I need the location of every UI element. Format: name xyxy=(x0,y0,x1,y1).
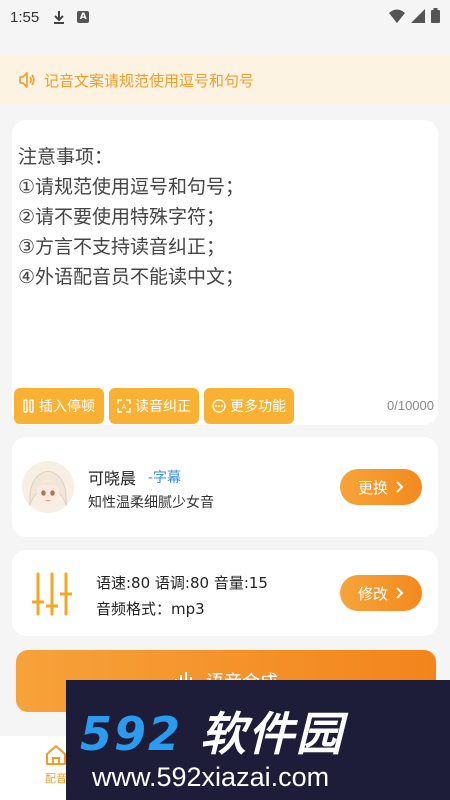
editor-line: ①请规范使用逗号和句号； xyxy=(18,176,245,198)
notice-text: 记音文案请规范使用逗号和句号 xyxy=(44,71,255,90)
signal-icon xyxy=(411,8,425,23)
insert-pause-button[interactable]: 插入停顿 xyxy=(14,388,104,424)
change-voice-label: 更换 xyxy=(357,478,388,497)
more-functions-button[interactable]: 更多功能 xyxy=(204,388,294,424)
watermark-url: www.592xiazai.com xyxy=(92,762,330,792)
speaker-icon xyxy=(19,72,35,88)
correct-icon: A xyxy=(117,399,131,413)
voice-name: 可晓晨 xyxy=(88,469,137,488)
a-notification-icon: A xyxy=(77,11,90,23)
watermark-overlay: 592 软件园 www.592xiazai.com xyxy=(66,680,450,800)
voice-description: 知性温柔细腻少女音 xyxy=(88,495,214,511)
insert-pause-label: 插入停顿 xyxy=(39,399,95,415)
svg-text:A: A xyxy=(122,403,127,411)
more-functions-label: 更多功能 xyxy=(230,399,286,415)
pronunciation-correct-label: 读音纠正 xyxy=(135,399,191,415)
voice-avatar xyxy=(22,461,74,513)
more-icon xyxy=(212,399,226,413)
voice-params: 语速:80 语调:80 音量:15 xyxy=(96,574,268,592)
pause-icon xyxy=(23,399,34,413)
editor-line: 注意事项： xyxy=(18,146,114,168)
status-bar: 1:55 A xyxy=(0,0,450,34)
status-time: 1:55 xyxy=(10,8,40,26)
home-icon xyxy=(46,745,66,765)
voice-tag: -字幕 xyxy=(148,470,182,486)
params-card: 语速:80 语调:80 音量:15 音频格式：mp3 修改 xyxy=(12,550,438,636)
modify-params-label: 修改 xyxy=(357,584,388,603)
pronunciation-correct-button[interactable]: A 读音纠正 xyxy=(109,388,199,424)
audio-format: 音频格式：mp3 xyxy=(96,600,205,618)
modify-params-button[interactable]: 修改 xyxy=(340,575,422,611)
status-icons xyxy=(389,8,440,23)
download-icon xyxy=(54,11,65,24)
battery-icon xyxy=(431,8,440,23)
wifi-icon xyxy=(389,9,405,23)
editor-line: ④外语配音员不能读中文； xyxy=(18,266,245,288)
char-counter: 0/10000 xyxy=(387,398,434,413)
text-editor[interactable]: 注意事项： ①请规范使用逗号和句号； ②请不要使用特殊字符； ③方言不支持读音纠… xyxy=(12,120,438,425)
editor-placeholder[interactable]: 注意事项： ①请规范使用逗号和句号； ②请不要使用特殊字符； ③方言不支持读音纠… xyxy=(18,142,244,292)
chevron-right-icon xyxy=(396,587,404,599)
chevron-right-icon xyxy=(396,481,404,493)
voice-card: 可晓晨 -字幕 知性温柔细腻少女音 更换 xyxy=(12,437,438,537)
notice-bar: 记音文案请规范使用逗号和句号 xyxy=(0,56,450,104)
editor-line: ③方言不支持读音纠正； xyxy=(18,236,226,258)
sliders-icon xyxy=(32,572,72,616)
change-voice-button[interactable]: 更换 xyxy=(340,469,422,505)
watermark-logo: 592 软件园 xyxy=(80,707,345,761)
editor-line: ②请不要使用特殊字符； xyxy=(18,206,226,228)
